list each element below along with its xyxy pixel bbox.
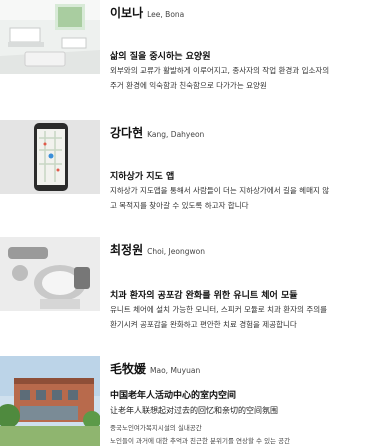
project-description: 유니트 체어에 설치 가능한 모니터, 스피커 모듈로 치과 환자의 주의를 환… xyxy=(110,305,328,329)
list-item[interactable]: 강다현 Kang, Dahyeon 지하상가 지도 앱 지하상가 지도앱을 통해서… xyxy=(0,120,392,230)
list-item[interactable]: 이보나 Lee, Bona 삶의 질을 중시하는 요양원 외부와의 교류가 활발하… xyxy=(0,0,392,110)
designer-name: 이보나 xyxy=(110,6,144,20)
designer-name: 강다현 xyxy=(110,126,144,140)
interior-room-photo[interactable] xyxy=(0,0,100,74)
designer-name-latin: Choi, Jeongwon xyxy=(147,247,205,256)
dental-chair-render[interactable] xyxy=(0,237,100,311)
project-subtitle: 让老年人联想起对过去的回忆和亲切的空间氛围 xyxy=(110,406,278,415)
project-title: 中国老年人活动中心的室内空间 xyxy=(110,391,237,401)
smartphone-map-photo[interactable] xyxy=(0,120,100,194)
project-description: 지하상가 지도앱을 통해서 사람들이 더는 지하상가에서 길을 헤매지 않 고 … xyxy=(110,186,330,210)
building-exterior-render[interactable] xyxy=(0,356,100,446)
designer-name: 최정원 xyxy=(110,243,144,257)
designer-name: 毛牧媛 xyxy=(110,362,147,376)
project-description: 중국노인여가복지시설의 실내공간 노인들이 과거에 대한 추억과 친근한 분위기… xyxy=(110,424,291,445)
designer-name-latin: Kang, Dahyeon xyxy=(147,130,205,139)
designer-name-latin: Lee, Bona xyxy=(147,10,185,19)
project-title: 삶의 질을 중시하는 요양원 xyxy=(110,52,211,62)
project-title: 치과 환자의 공포감 완화를 위한 유니트 체어 모듈 xyxy=(110,291,298,301)
list-item[interactable]: 毛牧媛 Mao, Muyuan 中国老年人活动中心的室内空间 让老年人联想起对过去… xyxy=(0,356,392,446)
project-description: 외부와의 교류가 활발하게 이루어지고, 종사자의 작업 환경과 입소자의 주거… xyxy=(110,66,330,90)
project-title: 지하상가 지도 앱 xyxy=(110,172,175,182)
designer-name-latin: Mao, Muyuan xyxy=(150,366,201,375)
list-item[interactable]: 최정원 Choi, Jeongwon 치과 환자의 공포감 완화를 위한 유니트 … xyxy=(0,237,392,347)
